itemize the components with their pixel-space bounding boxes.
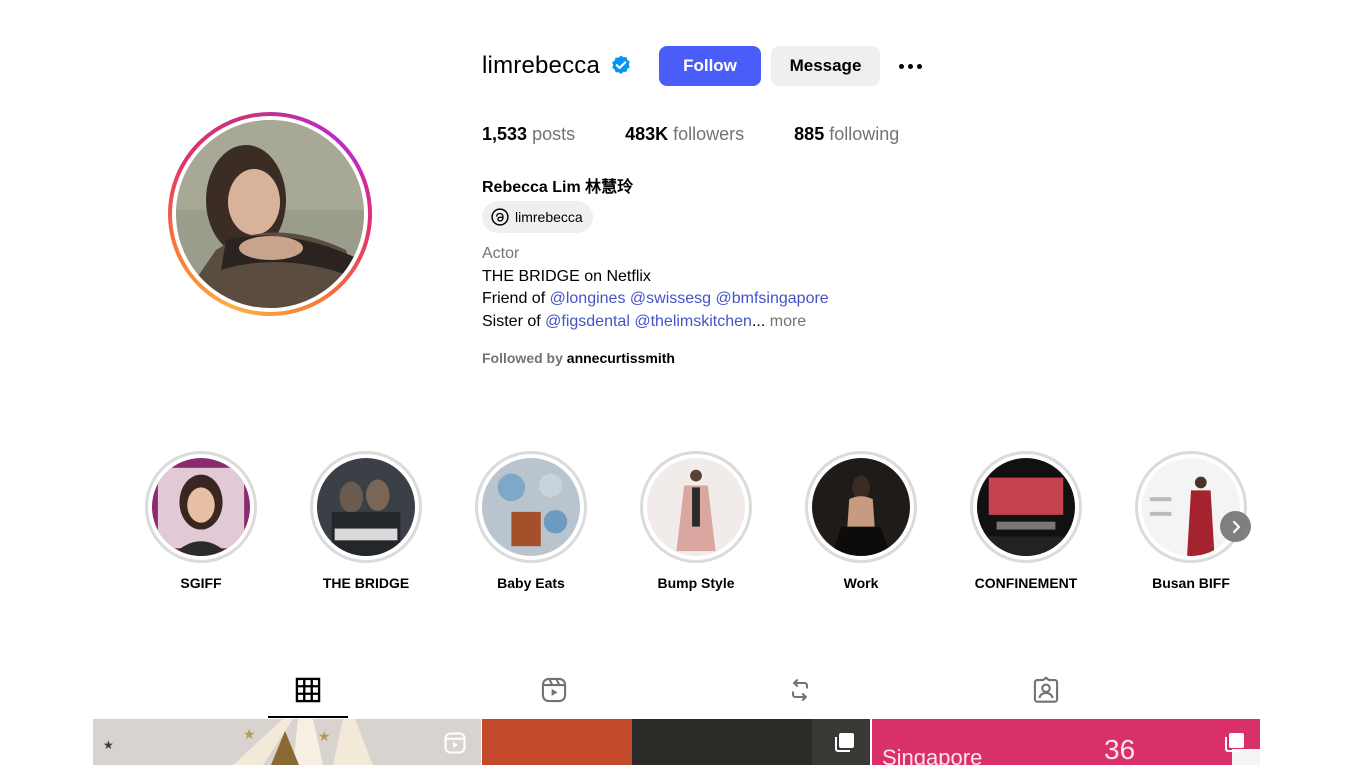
- follow-button[interactable]: Follow: [659, 46, 761, 86]
- post-thumbnail[interactable]: [482, 719, 870, 765]
- threads-icon: [491, 208, 509, 226]
- followed-by-user: annecurtissmith: [566, 350, 675, 366]
- tab-tagged[interactable]: [1006, 672, 1086, 718]
- bio-mention-link[interactable]: @longines: [550, 290, 626, 307]
- carousel-badge-icon: [1224, 731, 1246, 758]
- svg-text:Singapore: Singapore: [882, 745, 982, 765]
- tab-reposts[interactable]: [760, 672, 840, 718]
- highlight-cover: [482, 458, 580, 556]
- profile-stats: 1,533 posts 483K followers 885 following: [482, 124, 949, 145]
- tagged-icon: [1033, 676, 1059, 703]
- highlight-label: Busan BIFF: [1152, 575, 1230, 591]
- followers-count-stat[interactable]: 483K followers: [625, 124, 744, 145]
- highlight-cover: [812, 458, 910, 556]
- threads-handle: limrebecca: [515, 209, 583, 225]
- profile-tabs: [93, 672, 1260, 718]
- post-thumbnail[interactable]: ★ ★ ★: [93, 719, 481, 765]
- posts-grid: ★ ★ ★ 36 Singapore: [93, 719, 1260, 765]
- repost-icon: [791, 679, 809, 701]
- following-count-stat[interactable]: 885 following: [794, 124, 899, 145]
- highlight-label: Work: [843, 575, 879, 591]
- username-row: limrebecca: [482, 46, 633, 86]
- profile-full-name: Rebecca Lim 林慧玲: [482, 179, 634, 196]
- profile-avatar: [176, 120, 364, 308]
- bio-mention-link[interactable]: @bmfsingapore: [716, 290, 829, 307]
- tab-posts[interactable]: [268, 672, 348, 718]
- svg-text:★: ★: [103, 738, 114, 752]
- profile-username: limrebecca: [482, 52, 601, 79]
- highlight-item[interactable]: SGIFF: [145, 451, 257, 591]
- highlight-item[interactable]: CONFINEMENT: [970, 451, 1082, 591]
- bio-mention-link[interactable]: @thelimskitchen: [634, 313, 752, 330]
- story-highlights: SGIFF THE BRIDGE Baby Eats Bump Style Wo…: [145, 451, 1265, 601]
- highlight-item[interactable]: Baby Eats: [475, 451, 587, 591]
- post-thumbnail[interactable]: 36 Singapore: [872, 719, 1260, 765]
- posts-count-stat: 1,533 posts: [482, 124, 576, 144]
- bio-line: Sister of @figsdental @thelimskitchen...…: [482, 312, 807, 330]
- svg-text:36: 36: [1104, 734, 1135, 765]
- highlight-label: CONFINEMENT: [974, 575, 1078, 591]
- svg-text:★: ★: [243, 726, 256, 742]
- highlights-next-arrow-icon[interactable]: [1220, 511, 1251, 542]
- highlight-cover: [647, 458, 745, 556]
- verified-badge-icon: [609, 54, 633, 78]
- tab-reels[interactable]: [514, 672, 594, 718]
- highlight-label: SGIFF: [180, 575, 222, 591]
- bio-more-button[interactable]: more: [770, 313, 806, 330]
- reels-icon: [541, 677, 567, 703]
- bio-line: Friend of @longines @swissesg @bmfsingap…: [482, 290, 829, 307]
- message-button[interactable]: Message: [771, 46, 880, 86]
- more-options-icon[interactable]: [893, 56, 927, 76]
- svg-text:★: ★: [318, 728, 331, 744]
- highlight-label: THE BRIDGE: [322, 575, 410, 591]
- bio-mention-link[interactable]: @swissesg: [630, 290, 711, 307]
- bio-mention-link[interactable]: @figsdental: [545, 313, 630, 330]
- highlight-item[interactable]: Bump Style: [640, 451, 752, 591]
- grid-icon: [295, 677, 321, 703]
- highlight-label: Bump Style: [657, 575, 735, 591]
- profile-avatar-ring[interactable]: [168, 112, 372, 316]
- carousel-badge-icon: [834, 731, 856, 758]
- highlight-cover: [317, 458, 415, 556]
- highlight-item[interactable]: Work: [805, 451, 917, 591]
- followed-by[interactable]: Followed by annecurtissmith: [482, 350, 675, 366]
- highlight-cover: [152, 458, 250, 556]
- highlight-cover: [1142, 458, 1240, 556]
- highlight-label: Baby Eats: [497, 575, 565, 591]
- bio-category: Actor: [482, 245, 520, 262]
- highlight-cover: [977, 458, 1075, 556]
- highlight-item[interactable]: THE BRIDGE: [310, 451, 422, 591]
- reel-badge-icon: [443, 731, 467, 760]
- threads-link[interactable]: limrebecca: [482, 201, 593, 233]
- profile-bio: Actor THE BRIDGE on Netflix Friend of @l…: [482, 243, 982, 333]
- bio-line: THE BRIDGE on Netflix: [482, 267, 651, 285]
- active-tab-indicator: [268, 716, 348, 718]
